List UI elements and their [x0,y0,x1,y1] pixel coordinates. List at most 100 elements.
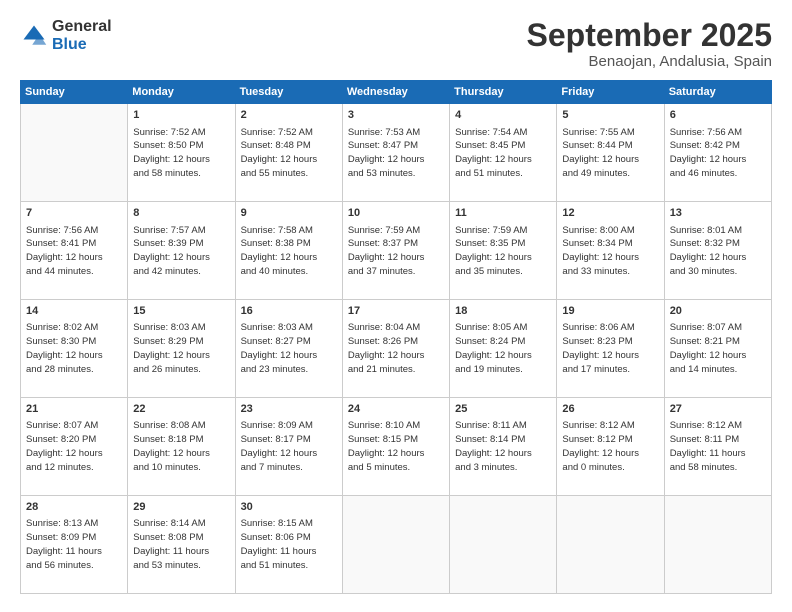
day-info: Sunrise: 7:53 AM Sunset: 8:47 PM Dayligh… [348,126,444,181]
day-number: 13 [670,206,766,221]
calendar-week-row: 1Sunrise: 7:52 AM Sunset: 8:50 PM Daylig… [21,104,772,202]
day-info: Sunrise: 8:08 AM Sunset: 8:18 PM Dayligh… [133,419,229,474]
day-info: Sunrise: 8:04 AM Sunset: 8:26 PM Dayligh… [348,321,444,376]
day-number: 10 [348,206,444,221]
calendar-cell: 3Sunrise: 7:53 AM Sunset: 8:47 PM Daylig… [342,104,449,202]
calendar-cell: 23 Sunrise: 8:09 AM Sunset: 8:17 PM Dayli… [235,398,342,496]
calendar-cell [557,496,664,594]
calendar-week-row: 21Sunrise: 8:07 AM Sunset: 8:20 PM Dayli… [21,398,772,496]
calendar-cell: 15 Sunrise: 8:03 AM Sunset: 8:29 PM Dayli… [128,300,235,398]
day-number: 7 [26,206,122,221]
day-number: 1 [133,108,229,123]
calendar-cell: 24Sunrise: 8:10 AM Sunset: 8:15 PM Dayli… [342,398,449,496]
calendar-header-monday: Monday [128,81,235,104]
calendar-cell: 10 Sunrise: 7:59 AM Sunset: 8:37 PM Dayli… [342,202,449,300]
day-info: Sunrise: 7:56 AM Sunset: 8:42 PM Dayligh… [670,126,766,181]
day-number: 20 [670,304,766,319]
calendar-week-row: 28 Sunrise: 8:13 AM Sunset: 8:09 PM Dayli… [21,496,772,594]
day-number: 23 [241,402,337,417]
title-block: September 2025 Benaojan, Andalusia, Spai… [527,18,772,70]
day-number: 28 [26,500,122,515]
day-info: Sunrise: 8:09 AM Sunset: 8:17 PM Dayligh… [241,419,337,474]
calendar-cell: 17 Sunrise: 8:04 AM Sunset: 8:26 PM Dayli… [342,300,449,398]
day-number: 2 [241,108,337,123]
day-info: Sunrise: 7:56 AM Sunset: 8:41 PM Dayligh… [26,224,122,279]
main-title: September 2025 [527,18,772,53]
calendar-week-row: 7 Sunrise: 7:56 AM Sunset: 8:41 PM Daylig… [21,202,772,300]
calendar-cell: 22 Sunrise: 8:08 AM Sunset: 8:18 PM Dayli… [128,398,235,496]
calendar-cell: 4 Sunrise: 7:54 AM Sunset: 8:45 PM Daylig… [450,104,557,202]
day-number: 22 [133,402,229,417]
subtitle: Benaojan, Andalusia, Spain [527,53,772,70]
calendar-header-sunday: Sunday [21,81,128,104]
logo-icon [20,22,48,50]
calendar-cell [342,496,449,594]
calendar-cell [450,496,557,594]
day-info: Sunrise: 8:00 AM Sunset: 8:34 PM Dayligh… [562,224,658,279]
calendar-cell: 9 Sunrise: 7:58 AM Sunset: 8:38 PM Daylig… [235,202,342,300]
calendar-cell [21,104,128,202]
calendar-cell: 5 Sunrise: 7:55 AM Sunset: 8:44 PM Daylig… [557,104,664,202]
calendar-cell: 21Sunrise: 8:07 AM Sunset: 8:20 PM Dayli… [21,398,128,496]
calendar-cell: 28 Sunrise: 8:13 AM Sunset: 8:09 PM Dayli… [21,496,128,594]
calendar-cell: 18Sunrise: 8:05 AM Sunset: 8:24 PM Dayli… [450,300,557,398]
calendar-cell: 8Sunrise: 7:57 AM Sunset: 8:39 PM Daylig… [128,202,235,300]
day-number: 29 [133,500,229,515]
logo-text: General Blue [52,18,112,53]
calendar-cell: 27 Sunrise: 8:12 AM Sunset: 8:11 PM Dayli… [664,398,771,496]
day-info: Sunrise: 8:07 AM Sunset: 8:20 PM Dayligh… [26,419,122,474]
calendar-header-friday: Friday [557,81,664,104]
day-number: 27 [670,402,766,417]
day-number: 25 [455,402,551,417]
calendar-cell: 20 Sunrise: 8:07 AM Sunset: 8:21 PM Dayli… [664,300,771,398]
day-info: Sunrise: 7:55 AM Sunset: 8:44 PM Dayligh… [562,126,658,181]
calendar-cell: 19Sunrise: 8:06 AM Sunset: 8:23 PM Dayli… [557,300,664,398]
day-info: Sunrise: 8:12 AM Sunset: 8:11 PM Dayligh… [670,419,766,474]
calendar-header-thursday: Thursday [450,81,557,104]
header: General Blue September 2025 Benaojan, An… [20,18,772,70]
day-number: 18 [455,304,551,319]
day-number: 14 [26,304,122,319]
day-info: Sunrise: 7:59 AM Sunset: 8:35 PM Dayligh… [455,224,551,279]
calendar-cell: 7 Sunrise: 7:56 AM Sunset: 8:41 PM Daylig… [21,202,128,300]
calendar-header-saturday: Saturday [664,81,771,104]
day-number: 17 [348,304,444,319]
logo-blue-text: Blue [52,36,112,54]
day-number: 16 [241,304,337,319]
logo: General Blue [20,18,112,53]
day-info: Sunrise: 8:12 AM Sunset: 8:12 PM Dayligh… [562,419,658,474]
day-info: Sunrise: 8:02 AM Sunset: 8:30 PM Dayligh… [26,321,122,376]
day-info: Sunrise: 8:14 AM Sunset: 8:08 PM Dayligh… [133,517,229,572]
day-info: Sunrise: 7:58 AM Sunset: 8:38 PM Dayligh… [241,224,337,279]
day-number: 9 [241,206,337,221]
day-info: Sunrise: 7:59 AM Sunset: 8:37 PM Dayligh… [348,224,444,279]
calendar-cell: 13Sunrise: 8:01 AM Sunset: 8:32 PM Dayli… [664,202,771,300]
day-number: 6 [670,108,766,123]
calendar-cell: 2Sunrise: 7:52 AM Sunset: 8:48 PM Daylig… [235,104,342,202]
day-info: Sunrise: 8:13 AM Sunset: 8:09 PM Dayligh… [26,517,122,572]
calendar-cell: 29 Sunrise: 8:14 AM Sunset: 8:08 PM Dayli… [128,496,235,594]
calendar-cell: 30Sunrise: 8:15 AM Sunset: 8:06 PM Dayli… [235,496,342,594]
calendar-header-row: SundayMondayTuesdayWednesdayThursdayFrid… [21,81,772,104]
day-info: Sunrise: 8:07 AM Sunset: 8:21 PM Dayligh… [670,321,766,376]
logo-general-text: General [52,18,112,36]
calendar-cell: 1Sunrise: 7:52 AM Sunset: 8:50 PM Daylig… [128,104,235,202]
day-info: Sunrise: 8:03 AM Sunset: 8:27 PM Dayligh… [241,321,337,376]
calendar-cell: 6 Sunrise: 7:56 AM Sunset: 8:42 PM Daylig… [664,104,771,202]
day-info: Sunrise: 8:15 AM Sunset: 8:06 PM Dayligh… [241,517,337,572]
page: General Blue September 2025 Benaojan, An… [0,0,792,612]
day-number: 15 [133,304,229,319]
day-number: 5 [562,108,658,123]
day-number: 4 [455,108,551,123]
calendar-cell: 14 Sunrise: 8:02 AM Sunset: 8:30 PM Dayli… [21,300,128,398]
calendar-header-wednesday: Wednesday [342,81,449,104]
day-number: 26 [562,402,658,417]
calendar-cell: 11Sunrise: 7:59 AM Sunset: 8:35 PM Dayli… [450,202,557,300]
day-number: 12 [562,206,658,221]
calendar-header-tuesday: Tuesday [235,81,342,104]
calendar-cell: 12 Sunrise: 8:00 AM Sunset: 8:34 PM Dayli… [557,202,664,300]
day-info: Sunrise: 7:54 AM Sunset: 8:45 PM Dayligh… [455,126,551,181]
day-info: Sunrise: 8:03 AM Sunset: 8:29 PM Dayligh… [133,321,229,376]
day-info: Sunrise: 8:10 AM Sunset: 8:15 PM Dayligh… [348,419,444,474]
calendar-cell: 16 Sunrise: 8:03 AM Sunset: 8:27 PM Dayli… [235,300,342,398]
